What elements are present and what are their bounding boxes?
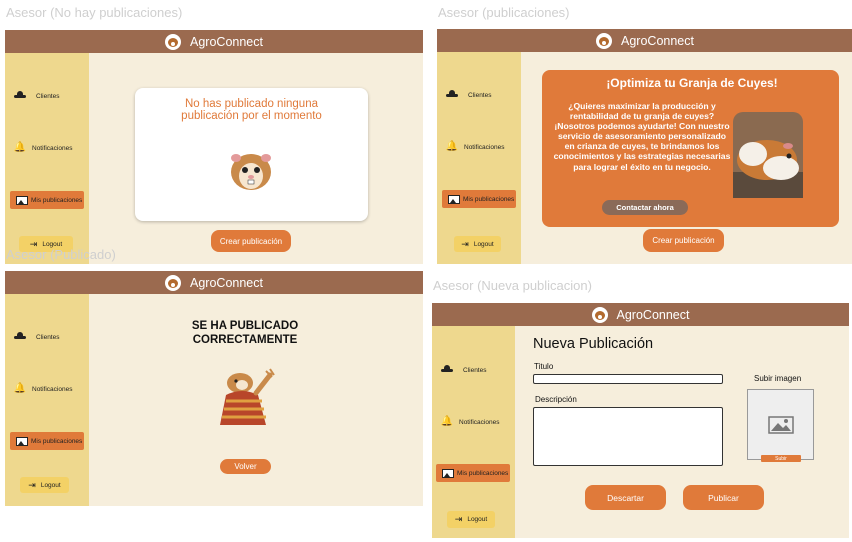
sidebar-item-label: Clientes [36,333,60,341]
cowboy-hat-icon [446,89,458,101]
sidebar-item-label: Mis publicaciones [31,437,83,445]
app-header: AgroConnect [437,29,852,52]
logout-label: Logout [473,240,494,248]
sidebar-item-clients[interactable]: Clientes [446,89,491,101]
title-input[interactable] [533,374,723,384]
sidebar-item-notifications[interactable]: 🔔 Notificaciones [13,142,73,154]
sidebar-item-label: Notificaciones [32,385,73,393]
sidebar: Clientes 🔔 Notificaciones Mis publicacio… [5,53,89,264]
success-message: SE HA PUBLICADO CORRECTAMENTE [165,319,325,347]
guinea-pig-logo-icon [165,274,182,291]
logout-button[interactable]: ⇥ Logout [447,511,495,528]
image-icon [442,467,454,479]
contact-now-button[interactable]: Contactar ahora [602,200,688,215]
logout-button[interactable]: ⇥ Logout [454,236,501,252]
cowboy-hat-icon [14,331,26,343]
publish-button[interactable]: Publicar [683,485,764,510]
frame-title-new-post: Asesor (Nueva publicacion) [433,278,592,293]
empty-state-card: No has publicado ninguna publicación por… [135,88,368,221]
sidebar-item-my-posts[interactable]: Mis publicaciones [442,190,516,208]
logout-button[interactable]: ⇥ Logout [20,477,69,493]
bell-icon: 🔔 [445,141,459,152]
sidebar-item-clients[interactable]: Clientes [14,90,59,102]
upload-image-label: Subir imagen [754,374,802,383]
sidebar-item-notifications[interactable]: 🔔 Notificaciones [440,416,500,428]
description-label: Descripción [535,395,577,404]
frame-published: AgroConnect Clientes 🔔 Notificaciones Mi… [5,271,423,506]
frame-new-post: AgroConnect Clientes 🔔 Notificaciones Mi… [432,303,849,538]
image-dropzone[interactable]: Subir [747,389,814,462]
app-name: AgroConnect [616,307,690,322]
page-title: Nueva Publicación [533,336,654,352]
sidebar-item-label: Clientes [463,366,487,374]
sidebar-item-label: Notificaciones [464,143,505,151]
sidebar-item-label: Notificaciones [459,418,500,426]
guinea-pig-photo [733,112,803,198]
bell-icon: 🔔 [440,416,454,427]
sidebar: Clientes 🔔 Notificaciones Mis publicacio… [432,326,515,538]
image-icon [16,435,28,447]
sidebar-item-clients[interactable]: Clientes [441,364,486,376]
empty-state-message: No has publicado ninguna publicación por… [181,98,322,122]
title-label: Titulo [534,362,554,371]
app-header: AgroConnect [432,303,849,326]
sidebar-item-notifications[interactable]: 🔔 Notificaciones [13,383,73,395]
sidebar-item-notifications[interactable]: 🔔 Notificaciones [445,141,505,153]
frame-posts: AgroConnect Clientes 🔔 Notificaciones Mi… [437,29,852,264]
create-post-button[interactable]: Crear publicación [643,229,724,252]
post-card-body: ¿Quieres maximizar la producción y renta… [553,101,731,172]
sidebar-item-label: Clientes [468,91,492,99]
sidebar: Clientes 🔔 Notificaciones Mis publicacio… [5,294,89,506]
logout-icon: ⇥ [454,514,463,524]
logout-icon: ⇥ [28,479,36,490]
logout-icon: ⇥ [461,238,469,249]
celebrating-guinea-pig-image [220,368,275,425]
guinea-pig-logo-icon [591,306,608,323]
guinea-pig-icon [231,154,271,190]
app-name: AgroConnect [190,34,263,49]
sidebar-item-clients[interactable]: Clientes [14,331,59,343]
frame-title-posts: Asesor (publicaciones) [438,5,570,20]
cowboy-hat-icon [441,364,453,376]
guinea-pig-logo-icon [596,32,613,49]
sidebar-item-label: Clientes [36,92,60,100]
sidebar-item-label: Notificaciones [32,144,73,152]
app-header: AgroConnect [5,30,423,53]
app-header: AgroConnect [5,271,423,294]
image-placeholder-icon [768,416,794,434]
logout-label: Logout [467,516,488,523]
post-card[interactable]: ¡Optimiza tu Granja de Cuyes! ¿Quieres m… [542,70,839,227]
sidebar-item-my-posts[interactable]: Mis publicaciones [436,464,510,482]
sidebar-item-label: Mis publicaciones [463,195,515,203]
back-button[interactable]: Volver [220,459,271,474]
sidebar-item-label: Mis publicaciones [31,196,83,204]
app-name: AgroConnect [621,33,694,48]
frame-title-no-posts: Asesor (No hay publicaciones) [6,5,183,20]
discard-button[interactable]: Descartar [585,485,666,510]
sidebar-item-my-posts[interactable]: Mis publicaciones [10,191,84,209]
sidebar-item-my-posts[interactable]: Mis publicaciones [10,432,84,450]
success-message-line1: SE HA PUBLICADO [191,320,299,332]
description-textarea[interactable] [533,407,723,466]
success-message-line2: CORRECTAMENTE [192,334,298,346]
frame-title-published: Asesor (Publicado) [6,247,116,262]
bell-icon: 🔔 [13,142,27,153]
app-name: AgroConnect [190,275,263,290]
guinea-pig-logo-icon [165,33,182,50]
image-icon [16,194,28,206]
create-post-button[interactable]: Crear publicación [211,230,291,252]
image-icon [448,193,460,205]
sidebar-item-label: Mis publicaciones [457,469,509,477]
bell-icon: 🔔 [13,383,27,394]
cowboy-hat-icon [14,90,26,102]
post-card-title: ¡Optimiza tu Granja de Cuyes! [606,76,778,90]
logout-label: Logout [40,481,61,489]
sidebar: Clientes 🔔 Notificaciones Mis publicacio… [437,52,521,264]
frame-no-posts: AgroConnect Clientes 🔔 Notificaciones Mi… [5,30,423,264]
upload-button[interactable]: Subir [761,455,801,462]
